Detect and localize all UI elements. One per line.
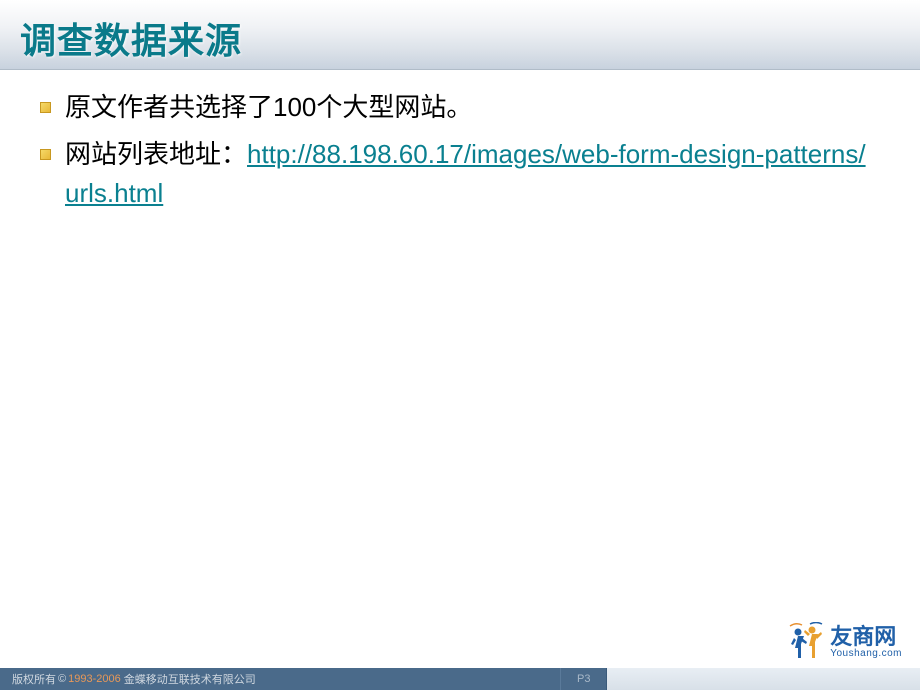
bullet-text-with-link: 网站列表地址：http://88.198.60.17/images/web-fo… xyxy=(65,135,880,213)
logo: 友商网 Youshang.com xyxy=(788,622,902,662)
copyright-years: 1993-2006 xyxy=(68,673,121,685)
bullet-prefix: 网站列表地址： xyxy=(65,139,247,169)
slide-content: 原文作者共选择了100个大型网站。 网站列表地址：http://88.198.6… xyxy=(0,70,920,213)
footer-copyright: 版权所有 © 1993-2006 金蝶移动互联技术有限公司 xyxy=(0,668,560,690)
logo-figure-icon xyxy=(788,622,824,662)
copyright-company-name: 金蝶移动互联技术有限公司 xyxy=(124,671,256,687)
bullet-icon xyxy=(40,149,51,160)
bullet-item: 网站列表地址：http://88.198.60.17/images/web-fo… xyxy=(40,135,880,213)
logo-text: 友商网 Youshang.com xyxy=(830,626,902,659)
bullet-icon xyxy=(40,102,51,113)
logo-sub-text: Youshang.com xyxy=(830,648,902,659)
slide-footer: 版权所有 © 1993-2006 金蝶移动互联技术有限公司 P3 xyxy=(0,668,920,690)
slide-header: 调查数据来源 xyxy=(0,0,920,70)
footer-spacer xyxy=(607,668,920,690)
copyright-prefix: 版权所有 xyxy=(12,671,56,687)
logo-main-text: 友商网 xyxy=(830,626,896,648)
bullet-item: 原文作者共选择了100个大型网站。 xyxy=(40,88,880,127)
footer-page-number: P3 xyxy=(560,668,607,690)
copyright-symbol: © xyxy=(58,673,66,685)
bullet-text: 原文作者共选择了100个大型网站。 xyxy=(65,88,880,127)
slide-title: 调查数据来源 xyxy=(20,12,900,64)
